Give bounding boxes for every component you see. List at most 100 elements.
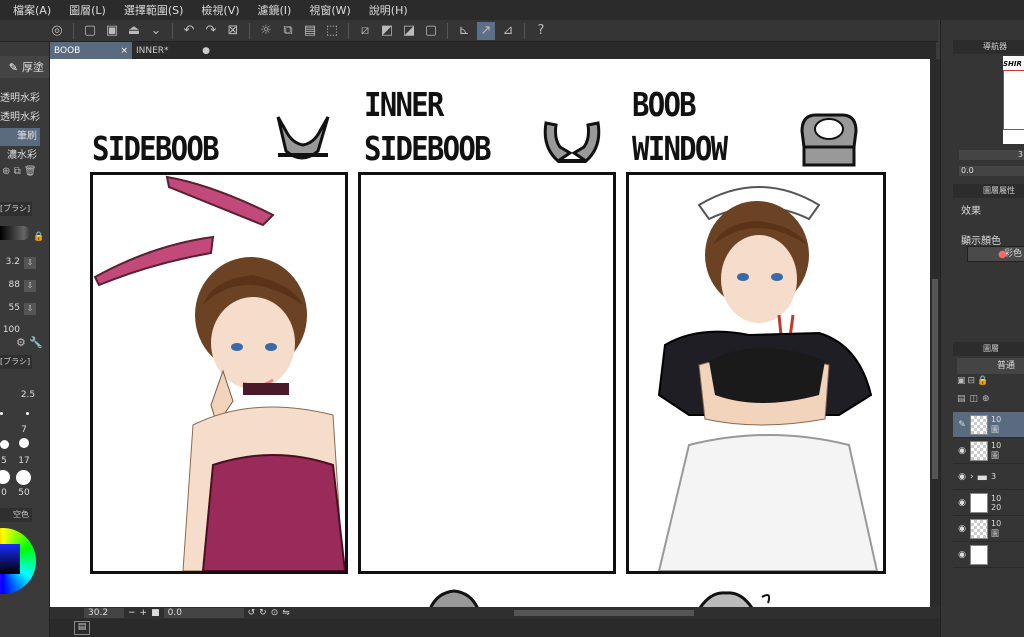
flip-icon[interactable]: ⇋	[282, 608, 290, 618]
layer-row[interactable]: ◉ 10 20	[953, 490, 1024, 516]
tab-inner[interactable]: INNER* ●	[132, 42, 214, 59]
layer-panel-header: 圖層	[953, 342, 1024, 356]
rotate-right-icon[interactable]: ↻	[259, 608, 267, 618]
sun-icon[interactable]: ☼	[257, 22, 275, 40]
new-layer-icon[interactable]: ⊕	[982, 394, 994, 404]
rotate-left-icon[interactable]: ↺	[248, 608, 256, 618]
new-file-icon[interactable]: ▢	[81, 22, 99, 40]
pin-icon[interactable]: ⇩	[24, 257, 36, 269]
chevron-down-icon[interactable]: ⌄	[147, 22, 165, 40]
layer-thumbnail	[970, 544, 988, 565]
opacity-value[interactable]: 88	[0, 280, 20, 290]
clear-icon[interactable]: ⊠	[224, 22, 242, 40]
add-icon[interactable]: ⊕	[2, 166, 10, 177]
menu-selection[interactable]: 選擇範圍(S)	[115, 2, 193, 18]
lock-icon[interactable]: 🔒	[33, 232, 44, 242]
eye-icon[interactable]: ◉	[957, 550, 967, 560]
undo-icon[interactable]: ↶	[180, 22, 198, 40]
menu-help[interactable]: 說明(H)	[360, 2, 417, 18]
layer-row[interactable]: ✎ 10 圖	[953, 412, 1024, 438]
blend-mode-select[interactable]: 普通	[957, 358, 1024, 374]
boob-window-icon	[800, 113, 858, 167]
brush-item-3[interactable]: 筆刷	[0, 128, 40, 146]
zoom-in-button[interactable]: +	[140, 608, 148, 618]
help-icon[interactable]: ?	[532, 22, 550, 40]
close-icon[interactable]: ×	[120, 46, 128, 56]
copy-icon[interactable]: ⧉	[279, 22, 297, 40]
tool-property-panel: ✎ 厚塗 透明水彩 透明水彩 筆刷 濃水彩 ⊕ ⧉ 🗑 [ブラシ] 🔒 3.2 …	[0, 42, 50, 637]
nav-zoom-slider[interactable]: 3	[959, 150, 1024, 160]
special-ruler-snap-icon[interactable]: ↗	[477, 21, 495, 40]
size-preset[interactable]	[0, 412, 3, 415]
eye-icon[interactable]: ◉	[957, 498, 967, 508]
eye-icon[interactable]: ◉	[957, 472, 967, 482]
deselect-icon[interactable]: ⧄	[356, 22, 374, 40]
right-panel: 導航器 SHIR 3 0.0 圖層屬性 效果 顯示顏色 ● 彩色 圖層 普通 ▣…	[940, 20, 1024, 637]
brush-item-4[interactable]: 濃水彩	[0, 147, 40, 165]
transform-icon[interactable]: ⬚	[323, 22, 341, 40]
size-preset[interactable]	[16, 470, 31, 485]
timeline-icon[interactable]: ▤	[74, 621, 90, 635]
density-value[interactable]: 55	[0, 303, 20, 313]
lock-icon[interactable]: 🔒	[977, 376, 990, 386]
chevron-right-icon[interactable]: ›	[970, 472, 974, 482]
reset-rotation-icon[interactable]: ⊙	[271, 608, 279, 618]
angle-value[interactable]: 0.0	[163, 608, 244, 618]
eye-icon[interactable]: ◉	[957, 524, 967, 534]
zoom-out-button[interactable]: −	[128, 608, 136, 618]
nav-rotate-slider[interactable]: 0.0	[959, 166, 1024, 176]
clip-icon[interactable]: ▣	[957, 376, 968, 386]
border-icon[interactable]: ▢	[422, 22, 440, 40]
panel-sideboob	[90, 172, 348, 574]
paste-icon[interactable]: ▤	[301, 22, 319, 40]
mask-icon[interactable]: ◫	[970, 394, 983, 404]
fit-icon[interactable]: ■	[151, 608, 160, 618]
layer-row[interactable]: ◉ 10 圖	[953, 438, 1024, 464]
canvas-vertical-scrollbar[interactable]	[930, 59, 940, 607]
ref-icon[interactable]: ⊟	[968, 376, 978, 386]
tab-boob[interactable]: BOOB ×	[50, 42, 132, 59]
ruler-snap-icon[interactable]: ⊾	[455, 22, 473, 40]
navigator-viewport[interactable]	[1003, 70, 1024, 130]
size-preset[interactable]	[26, 412, 29, 415]
invert-selection-icon[interactable]: ◩	[378, 22, 396, 40]
pin-icon[interactable]: ⇩	[24, 280, 36, 292]
save-icon[interactable]: ⏏	[125, 22, 143, 40]
layer-row[interactable]: ◉	[953, 542, 1024, 568]
menu-filter[interactable]: 濾鏡(I)	[249, 2, 301, 18]
grid-snap-icon[interactable]: ⊿	[499, 22, 517, 40]
mix-value[interactable]: 100	[0, 325, 20, 335]
size-preset[interactable]	[19, 438, 29, 448]
fill-selection-icon[interactable]: ◪	[400, 22, 418, 40]
canvas[interactable]: SIDEBOOB INNER SIDEBOOB BOOB WINDOW	[50, 59, 930, 607]
panel-icon[interactable]: ▤	[957, 394, 970, 404]
trash-icon[interactable]: 🗑	[24, 166, 37, 177]
zoom-value[interactable]: 30.2	[84, 608, 124, 618]
redo-icon[interactable]: ↷	[202, 22, 220, 40]
menu-layer[interactable]: 圖層(L)	[60, 2, 115, 18]
settings-icon[interactable]: ⚙ 🔧	[16, 336, 43, 349]
pin-icon[interactable]: ⇩	[24, 303, 36, 315]
inner-bra-icon	[543, 121, 601, 163]
size-preset[interactable]	[0, 470, 10, 484]
menu-view[interactable]: 檢視(V)	[192, 2, 248, 18]
color-square[interactable]	[0, 544, 20, 574]
horizontal-scrollbar[interactable]	[513, 610, 694, 616]
layer-row[interactable]: ◉ › ▬ 3	[953, 464, 1024, 490]
menu-window[interactable]: 視窗(W)	[300, 2, 359, 18]
eye-icon[interactable]: ◉	[957, 446, 967, 456]
color-mode-button[interactable]: ● 彩色	[967, 246, 1024, 262]
open-file-icon[interactable]: ▣	[103, 22, 121, 40]
size-preset[interactable]	[0, 440, 9, 449]
unsaved-dot-icon[interactable]: ●	[202, 46, 210, 56]
brush-item-2[interactable]: 透明水彩	[0, 109, 40, 127]
navigator-preview[interactable]: SHIR	[1003, 56, 1024, 144]
brush-size-value[interactable]: 3.2	[0, 257, 20, 267]
copy-icon[interactable]: ⧉	[14, 166, 21, 177]
layer-lock-tools: ▣⊟🔒	[957, 376, 1024, 390]
brush-item-1[interactable]: 透明水彩	[0, 90, 40, 108]
scrollbar-thumb[interactable]	[932, 279, 938, 479]
app-logo-icon[interactable]: ◎	[48, 22, 66, 40]
menu-file[interactable]: 檔案(A)	[4, 2, 60, 18]
layer-row[interactable]: ◉ 10 圖	[953, 516, 1024, 542]
